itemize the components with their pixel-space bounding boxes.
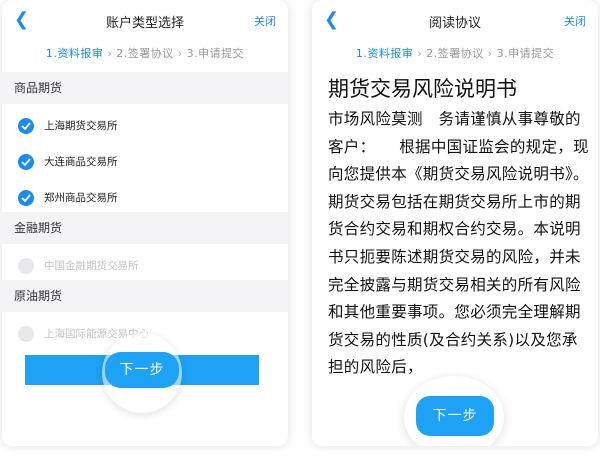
section-financial-futures: 金融期货 xyxy=(2,212,288,244)
option-czce[interactable]: 郑州商品交易所 xyxy=(2,180,288,216)
step-indicator: 1.资料报审 › 2.签署协议 › 3.申请提交 xyxy=(2,40,288,68)
nav-bar: ❮ 阅读协议 关闭 xyxy=(312,0,598,40)
checked-icon[interactable] xyxy=(18,154,34,170)
next-button[interactable]: 下一步 xyxy=(105,352,179,388)
option-dce[interactable]: 大连商品交易所 xyxy=(2,144,288,180)
account-type-screen: ❮ 账户类型选择 关闭 1.资料报审 › 2.签署协议 › 3.申请提交 商品期货 上海… xyxy=(2,0,288,446)
unchecked-icon[interactable] xyxy=(18,258,34,274)
page-title: 阅读协议 xyxy=(428,16,481,31)
checked-icon[interactable] xyxy=(18,190,34,206)
step-2: 2.签署协议 xyxy=(426,47,484,60)
read-agreement-screen: ❮ 阅读协议 关闭 1.资料报审 › 2.签署协议 › 3.申请提交 期货交易风险说明书… xyxy=(312,0,598,446)
chevron-right-icon: › xyxy=(107,47,113,60)
option-label: 大连商品交易所 xyxy=(44,156,118,168)
agreement-document[interactable]: 期货交易风险说明书 市场风险莫测 务请谨慎从事尊敬的客户： 根据中国证监会的规定… xyxy=(328,74,590,382)
document-title: 期货交易风险说明书 xyxy=(328,77,517,101)
option-cffex[interactable]: 中国金融期货交易所 xyxy=(2,248,288,284)
next-button[interactable]: 下一步 xyxy=(416,396,494,436)
close-button[interactable]: 关闭 xyxy=(564,13,586,29)
unchecked-icon[interactable] xyxy=(18,326,34,342)
option-shfe[interactable]: 上海期货交易所 xyxy=(2,108,288,144)
step-2: 2.签署协议 xyxy=(116,47,174,60)
step-1: 1.资料报审 xyxy=(355,47,414,60)
option-label: 中国金融期货交易所 xyxy=(44,260,139,272)
chevron-right-icon: › xyxy=(177,47,183,60)
checked-icon[interactable] xyxy=(18,118,34,134)
chevron-right-icon: › xyxy=(417,47,423,60)
step-1: 1.资料报审 xyxy=(45,47,104,60)
section-crude-oil-futures: 原油期货 xyxy=(2,280,288,312)
nav-bar: ❮ 账户类型选择 关闭 xyxy=(2,0,288,40)
document-body: 市场风险莫测 务请谨慎从事尊敬的客户： 根据中国证监会的规定，现向您提供本《期货… xyxy=(328,110,589,377)
close-button[interactable]: 关闭 xyxy=(254,13,276,29)
option-label: 郑州商品交易所 xyxy=(44,192,118,204)
step-3: 3.申请提交 xyxy=(186,47,245,60)
section-commodity-futures: 商品期货 xyxy=(2,72,288,104)
page-title: 账户类型选择 xyxy=(105,16,184,31)
chevron-right-icon: › xyxy=(487,47,493,60)
step-3: 3.申请提交 xyxy=(496,47,555,60)
step-indicator: 1.资料报审 › 2.签署协议 › 3.申请提交 xyxy=(312,40,598,68)
option-label: 上海期货交易所 xyxy=(44,120,118,132)
